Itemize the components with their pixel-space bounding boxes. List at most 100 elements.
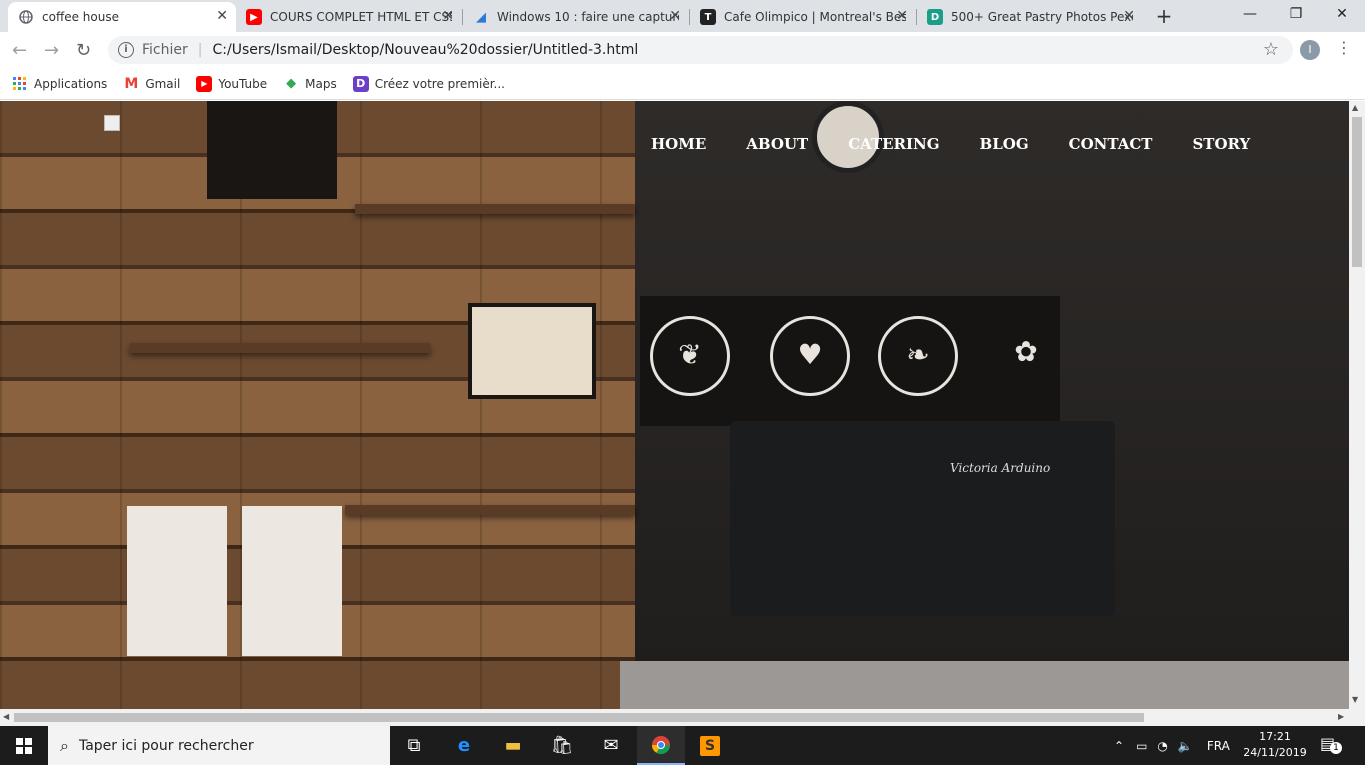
close-tab-icon[interactable]: ✕ — [216, 8, 228, 24]
browser-window: coffee house ✕ ▶ COURS COMPLET HTML ET C… — [0, 0, 1365, 101]
avatar[interactable]: I — [1300, 40, 1320, 60]
address-bar[interactable]: i Fichier | C:/Users/Ismail/Desktop/Nouv… — [108, 36, 1293, 64]
tab-coffee-house[interactable]: coffee house ✕ — [8, 2, 236, 32]
language-indicator[interactable]: FRA — [1207, 739, 1230, 753]
reload-icon[interactable]: ↻ — [76, 40, 91, 61]
nav-contact[interactable]: CONTACT — [1069, 135, 1153, 153]
bookmark-label: Maps — [305, 76, 337, 91]
globe-icon — [18, 9, 34, 25]
new-tab-button[interactable]: + — [1152, 4, 1176, 28]
nav-about[interactable]: ABOUT — [746, 135, 808, 153]
restore-icon[interactable]: ❐ — [1273, 0, 1319, 30]
close-window-icon[interactable]: ✕ — [1319, 0, 1365, 30]
youtube-icon: ▶ — [196, 75, 213, 92]
tab-windows-capture[interactable]: ◢ Windows 10 : faire une capture ✕ — [463, 2, 689, 32]
bookmark-label: Applications — [34, 76, 108, 91]
chevron-up-icon[interactable]: ⌃ — [1114, 739, 1124, 753]
counter — [620, 661, 1349, 709]
eat-pray-love-frame — [468, 303, 596, 399]
horizontal-scrollbar[interactable]: ◀ ▶ — [0, 709, 1349, 726]
bookmark-label: Créez votre premièr... — [374, 76, 505, 91]
scroll-up-icon[interactable]: ▲ — [1352, 103, 1358, 112]
search-placeholder: Taper ici pour rechercher — [78, 737, 254, 754]
broken-image-icon — [104, 115, 120, 131]
nav-blog[interactable]: BLOG — [980, 135, 1029, 153]
start-button[interactable] — [0, 726, 48, 765]
close-tab-icon[interactable]: ✕ — [669, 8, 681, 24]
task-view-icon[interactable]: ⧉ — [390, 726, 438, 765]
bookmark-creez[interactable]: D Créez votre premièr... — [352, 75, 505, 92]
moon-poster — [207, 101, 337, 199]
scroll-thumb[interactable] — [1352, 117, 1362, 267]
tulip-latte-icon: ♥ — [770, 316, 850, 396]
scroll-corner — [1349, 709, 1365, 726]
star-icon[interactable]: ☆ — [1263, 39, 1279, 60]
site-nav: HOME ABOUT CATERING BLOG CONTACT STORY — [651, 135, 1290, 153]
espresso-machine: Victoria Arduino — [730, 421, 1115, 616]
close-tab-icon[interactable]: ✕ — [442, 8, 454, 24]
leaf-latte-icon: ✿ — [1014, 335, 1038, 368]
hero-background: ❦ ♥ ❧ ✿ Victoria Arduino — [0, 101, 1349, 709]
chrome-icon[interactable] — [637, 726, 685, 765]
tab-title: Windows 10 : faire une capture — [497, 10, 679, 24]
minimize-icon[interactable]: — — [1227, 0, 1273, 30]
menu-clipboard — [127, 506, 227, 656]
bookmarks-bar: Applications M Gmail ▶ YouTube ◆ Maps D … — [0, 68, 1365, 100]
close-tab-icon[interactable]: ✕ — [896, 8, 908, 24]
system-clock[interactable]: 17:21 24/11/2019 — [1240, 729, 1310, 761]
clock-time: 17:21 — [1259, 730, 1291, 743]
notification-icon[interactable]: ▤ 1 — [1320, 734, 1342, 754]
back-icon[interactable]: ← — [12, 40, 27, 61]
forward-icon[interactable]: → — [44, 40, 59, 61]
tab-title: COURS COMPLET HTML ET CSS — [270, 10, 452, 24]
address-toolbar: ← → ↻ i Fichier | C:/Users/Ismail/Deskto… — [0, 32, 1365, 68]
tab-pastry-photos[interactable]: D 500+ Great Pastry Photos Pexels ✕ — [917, 2, 1143, 32]
file-explorer-icon[interactable]: ▬ — [489, 726, 537, 765]
scroll-left-icon[interactable]: ◀ — [3, 712, 9, 721]
tab-cafe-olimpico[interactable]: T Cafe Olimpico | Montreal's Best ✕ — [690, 2, 916, 32]
windows-logo-icon — [16, 737, 32, 754]
menu-kebab-icon[interactable]: ⋮ — [1336, 38, 1352, 57]
scheme-label: Fichier — [142, 42, 188, 58]
tab-title: coffee house — [42, 10, 119, 24]
bookmark-youtube[interactable]: ▶ YouTube — [196, 75, 268, 92]
bookmark-label: Gmail — [145, 76, 181, 91]
nav-catering[interactable]: CATERING — [848, 135, 939, 153]
mail-icon[interactable]: ✉ — [587, 726, 635, 765]
bookmark-label: YouTube — [218, 76, 268, 91]
page-viewport: ❦ ♥ ❧ ✿ Victoria Arduino HOME ABOUT CATE… — [0, 101, 1349, 709]
info-icon[interactable]: i — [118, 42, 134, 58]
tab-strip: coffee house ✕ ▶ COURS COMPLET HTML ET C… — [0, 0, 1365, 32]
sublime-icon[interactable]: S — [686, 726, 734, 765]
edge-icon[interactable]: e — [440, 726, 488, 765]
battery-icon[interactable]: ▭ — [1136, 739, 1147, 753]
scroll-right-icon[interactable]: ▶ — [1338, 712, 1344, 721]
shelf — [345, 505, 635, 515]
wifi-icon[interactable]: ◔ — [1157, 739, 1167, 753]
scroll-thumb[interactable] — [14, 713, 1144, 722]
tab-cours-html[interactable]: ▶ COURS COMPLET HTML ET CSS ✕ — [236, 2, 462, 32]
bookmark-maps[interactable]: ◆ Maps — [283, 76, 337, 92]
apps-grid-icon — [12, 76, 28, 92]
vertical-scrollbar[interactable]: ▲ ▼ — [1349, 101, 1365, 709]
bookmark-gmail[interactable]: M Gmail — [123, 76, 180, 92]
store-icon[interactable]: 🛍 — [538, 726, 586, 765]
youtube-icon: ▶ — [246, 9, 262, 25]
rosetta-latte-icon: ❧ — [878, 316, 958, 396]
gmail-icon: M — [124, 75, 139, 92]
tab-title: 500+ Great Pastry Photos Pexels — [951, 10, 1133, 24]
shelf — [355, 204, 635, 214]
url-text[interactable]: C:/Users/Ismail/Desktop/Nouveau%20dossie… — [212, 42, 638, 58]
taskbar-search[interactable]: ⌕ Taper ici pour rechercher — [48, 726, 390, 765]
close-tab-icon[interactable]: ✕ — [1123, 8, 1135, 24]
windows-icon: ◢ — [476, 9, 486, 25]
pexels-icon: D — [927, 9, 943, 25]
volume-icon[interactable]: 🔈 — [1178, 739, 1193, 753]
bookmark-applications[interactable]: Applications — [12, 76, 107, 92]
nav-story[interactable]: STORY — [1192, 135, 1250, 153]
menu-clipboard — [242, 506, 342, 656]
bookmark-d-icon: D — [352, 75, 369, 92]
search-icon: ⌕ — [60, 735, 69, 755]
scroll-down-icon[interactable]: ▼ — [1352, 695, 1358, 704]
nav-home[interactable]: HOME — [651, 135, 706, 153]
